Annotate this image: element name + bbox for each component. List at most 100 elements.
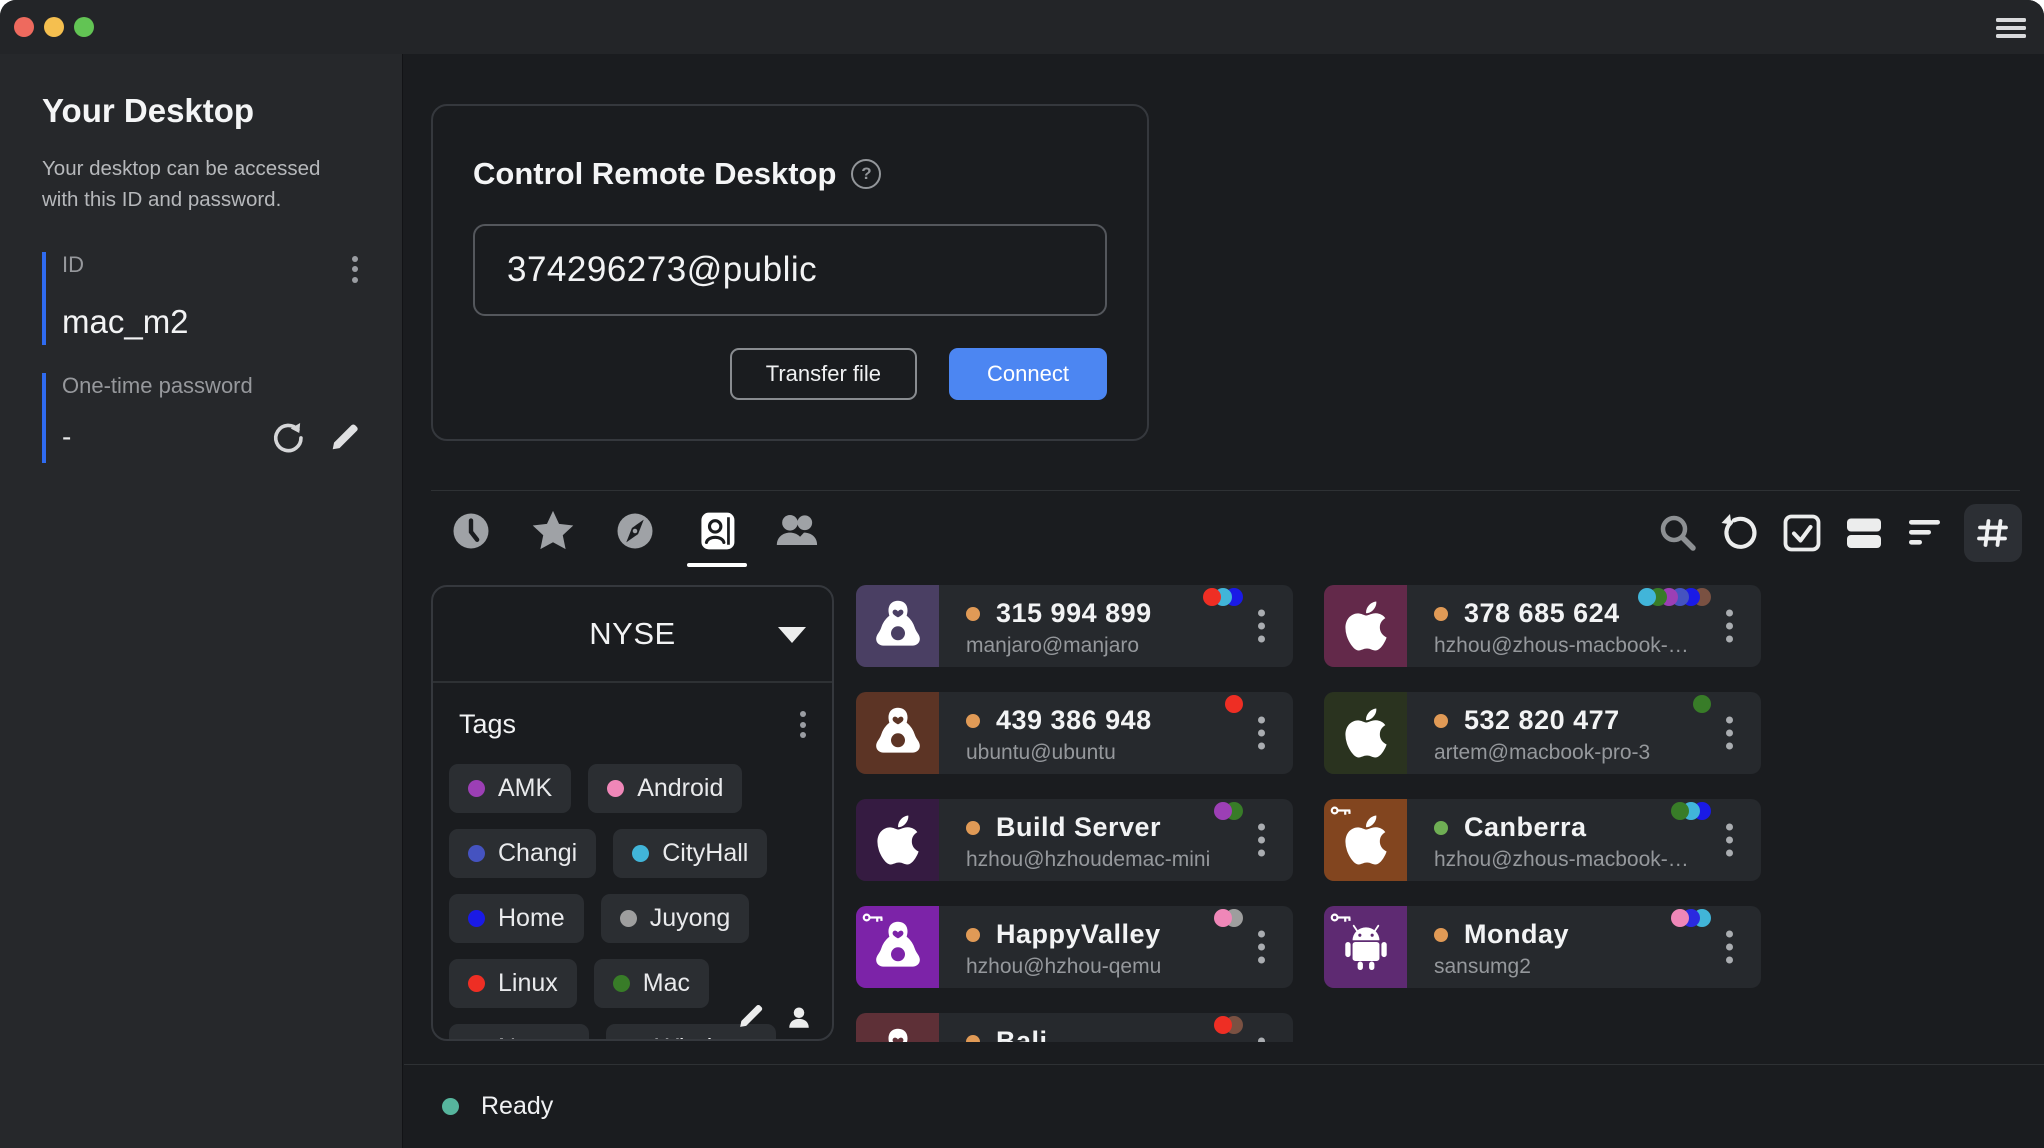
peer-username: ubuntu@ubuntu [966, 741, 1221, 765]
tag-chip-mac[interactable]: Mac [594, 959, 709, 1008]
peer-tag-dots [1678, 909, 1711, 927]
tag-label: Linux [498, 969, 558, 998]
refresh-button[interactable] [1716, 509, 1764, 557]
view-mode-button[interactable] [1840, 509, 1888, 557]
peer-username: artem@macbook-pro-3 [1434, 741, 1689, 765]
tag-chip-linux[interactable]: Linux [449, 959, 577, 1008]
zoom-window-button[interactable] [74, 17, 94, 37]
tab-recent-sessions[interactable] [448, 508, 494, 554]
tag-chip-amk[interactable]: AMK [449, 764, 571, 813]
tag-label: Mac [643, 969, 690, 998]
peer-card[interactable]: Bali [856, 1013, 1293, 1042]
id-label: ID [62, 252, 84, 278]
connect-button[interactable]: Connect [949, 348, 1107, 400]
tag-chip-cityhall[interactable]: CityHall [613, 829, 767, 878]
tab-address-book[interactable] [694, 508, 740, 554]
apple-avatar [1324, 799, 1407, 881]
peer-menu-button[interactable] [1722, 713, 1737, 754]
main-area: Control Remote Desktop Transfer file Con… [404, 54, 2044, 1148]
peer-tag-dots [1210, 588, 1243, 606]
tag-label: CityHall [662, 839, 748, 868]
refresh-password-icon[interactable] [270, 419, 306, 455]
select-button[interactable] [1778, 509, 1826, 557]
tag-chip-neson[interactable]: Neson [449, 1024, 589, 1041]
tag-color-dot [625, 1040, 642, 1041]
tag-chip-home[interactable]: Home [449, 894, 584, 943]
search-button[interactable] [1654, 509, 1702, 557]
minimize-window-button[interactable] [44, 17, 64, 37]
peer-card[interactable]: 439 386 948 ubuntu@ubuntu [856, 692, 1293, 774]
tags-menu-button[interactable] [796, 707, 810, 742]
peer-name: HappyValley [996, 919, 1161, 950]
peer-card[interactable]: Canberrahzhou@zhous-macbook-… [1324, 799, 1761, 881]
address-book-dropdown[interactable]: NYSE [433, 587, 832, 683]
tag-label: AMK [498, 774, 552, 803]
peer-card[interactable]: HappyValleyhzhou@hzhou-qemu [856, 906, 1293, 988]
peer-tag-dots [1221, 802, 1243, 820]
peer-username: sansumg2 [1434, 955, 1689, 979]
peer-menu-button[interactable] [1722, 606, 1737, 647]
peer-toolbar [1654, 504, 2022, 562]
hamburger-menu-icon[interactable] [1996, 18, 2026, 38]
peer-menu-button[interactable] [1722, 820, 1737, 861]
peer-username: hzhou@zhous-macbook-… [1434, 634, 1689, 658]
peer-username: hzhou@zhous-macbook-… [1434, 848, 1689, 872]
peer-name: 378 685 624 [1464, 598, 1620, 629]
peer-menu-button[interactable] [1254, 1034, 1269, 1043]
peer-tag-dots [1678, 802, 1711, 820]
person-icon[interactable] [786, 1005, 812, 1031]
peer-name: Build Server [996, 812, 1161, 843]
peer-card[interactable]: Mondaysansumg2 [1324, 906, 1761, 988]
address-book-name: NYSE [589, 616, 675, 652]
filter-tags-button[interactable] [1964, 504, 2022, 562]
peer-tag-dots [1700, 695, 1711, 713]
peer-username: manjaro@manjaro [966, 634, 1221, 658]
peer-status-dot [966, 714, 980, 728]
tag-chip-juyong[interactable]: Juyong [601, 894, 750, 943]
tag-chip-android[interactable]: Android [588, 764, 742, 813]
transfer-file-button[interactable]: Transfer file [730, 348, 917, 400]
peer-status-dot [1434, 714, 1448, 728]
linux-avatar [856, 692, 939, 774]
peer-name: 439 386 948 [996, 705, 1152, 736]
peer-tag-dots [1221, 909, 1243, 927]
pencil-icon[interactable] [736, 1001, 766, 1031]
peer-menu-button[interactable] [1254, 606, 1269, 647]
close-window-button[interactable] [14, 17, 34, 37]
id-menu-button[interactable] [348, 252, 362, 287]
apple-avatar [856, 799, 939, 881]
peer-status-dot [966, 821, 980, 835]
peer-card[interactable]: 378 685 624 hzhou@zhous-macbook-… [1324, 585, 1761, 667]
tag-chip-changi[interactable]: Changi [449, 829, 596, 878]
edit-password-icon[interactable] [328, 420, 362, 454]
tab-group[interactable] [776, 508, 822, 554]
tag-label: Juyong [650, 904, 731, 933]
peer-tag-dots [1645, 588, 1711, 606]
star-icon [530, 509, 576, 553]
people-icon [776, 511, 822, 551]
control-remote-desktop-panel: Control Remote Desktop Transfer file Con… [431, 104, 1149, 441]
tag-color-dot [468, 910, 485, 927]
remote-id-input[interactable] [473, 224, 1107, 316]
peer-status-dot [966, 1035, 980, 1043]
peer-card[interactable]: Build Serverhzhou@hzhoudemac-mini [856, 799, 1293, 881]
tab-discovered[interactable] [612, 508, 658, 554]
peer-card[interactable]: 315 994 899manjaro@manjaro [856, 585, 1293, 667]
key-icon [1330, 911, 1352, 924]
help-circle-icon[interactable] [851, 159, 881, 189]
peer-menu-button[interactable] [1254, 713, 1269, 754]
tab-favorites[interactable] [530, 508, 576, 554]
sidebar: Your Desktop Your desktop can be accesse… [0, 54, 403, 1148]
key-icon [862, 911, 884, 924]
sort-button[interactable] [1902, 509, 1950, 557]
title-bar [0, 0, 2044, 54]
peer-menu-button[interactable] [1722, 927, 1737, 968]
peer-menu-button[interactable] [1254, 820, 1269, 861]
one-time-password-label: One-time password [62, 373, 253, 398]
peer-status-dot [1434, 821, 1448, 835]
apple-avatar [1324, 585, 1407, 667]
peer-card[interactable]: 532 820 477artem@macbook-pro-3 [1324, 692, 1761, 774]
peer-menu-button[interactable] [1254, 927, 1269, 968]
connection-status-dot [442, 1098, 459, 1115]
tags-header: Tags [459, 709, 516, 740]
